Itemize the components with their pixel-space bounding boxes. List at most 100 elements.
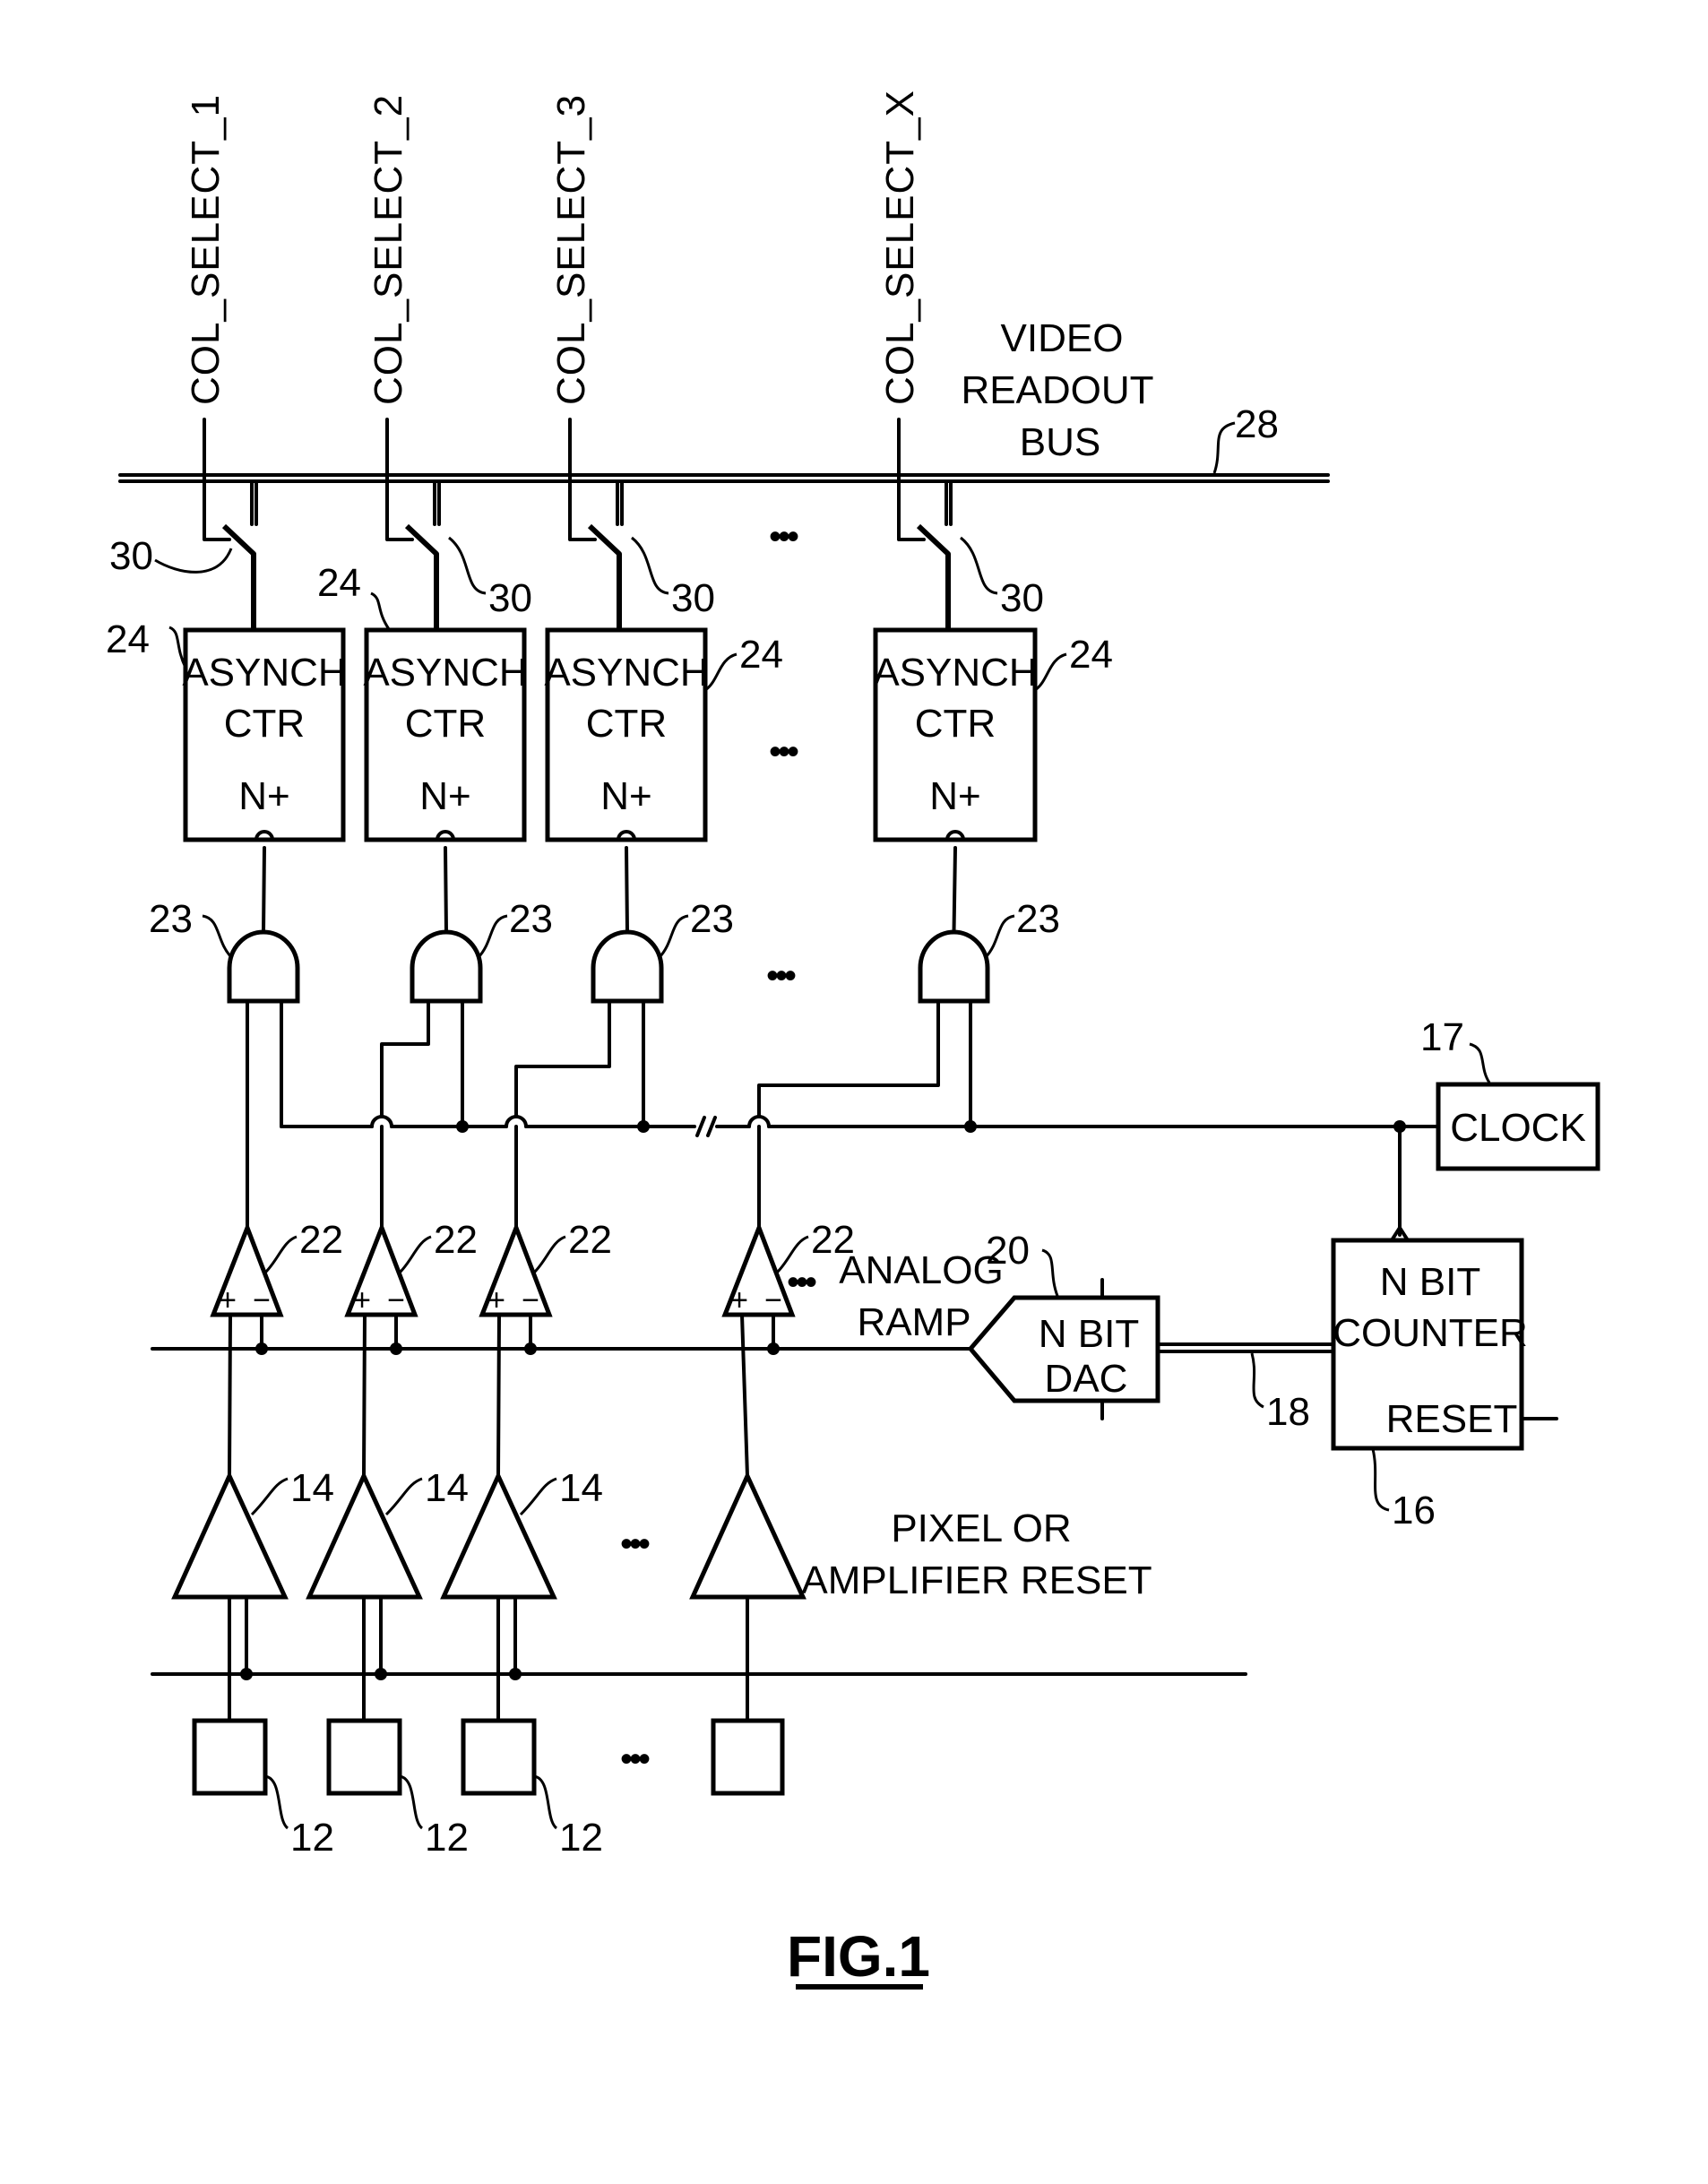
continuation-ellipsis: ••• [620, 1524, 650, 1564]
reset-label-line-1: PIXEL OR [891, 1506, 1071, 1550]
counter-reset-label: RESET [1386, 1397, 1518, 1441]
amplifier-ref-leader [250, 1477, 289, 1516]
counter-label-line-3: N+ [419, 774, 470, 818]
dac-bus-ref: 18 [1266, 1390, 1310, 1434]
and-gate [918, 929, 990, 1004]
comparator-ref-leader [398, 1235, 432, 1274]
column-switch [916, 523, 951, 630]
switch-ref-leader [960, 536, 998, 595]
clock-junction-dot [1393, 1120, 1406, 1133]
counter-label-line-2: COUNTER [1333, 1311, 1528, 1355]
bus-contact-stub [250, 479, 258, 526]
bus-ref-leader [1212, 421, 1236, 474]
column-switch [404, 523, 439, 630]
patent-figure-canvas: VIDEO READOUT BUS 28 COL_SELECT_1 30 ASYNC… [0, 0, 1708, 2184]
dac-label-line-1: N BIT [1039, 1312, 1139, 1356]
n-bit-counter-block: N BIT COUNTER RESET 16 [1331, 1238, 1558, 1532]
column-select-label: COL_SELECT_2 [367, 94, 410, 405]
counter-ref-leader [1034, 652, 1067, 692]
comparator-minus-sign: − [253, 1283, 271, 1317]
gate-ref-leader [477, 914, 508, 959]
and-gate [591, 929, 664, 1004]
and-gate [410, 929, 483, 1004]
column-select-label: COL_SELECT_3 [549, 94, 593, 405]
ramp-label-line-2: RAMP [857, 1300, 970, 1344]
ramp-label-line-1: ANALOG [839, 1248, 1003, 1292]
clock-block: CLOCK 17 [1420, 1015, 1600, 1171]
counter-label-line-2: CTR [586, 702, 667, 746]
bus-ref: 28 [1235, 402, 1279, 446]
counter-label-line-2: CTR [224, 702, 305, 746]
and-gate [227, 929, 300, 1004]
column-select-label: COL_SELECT_1 [184, 94, 228, 405]
clock-ref: 17 [1420, 1015, 1464, 1059]
pixel [192, 1718, 268, 1796]
switch-ref: 30 [1000, 576, 1044, 620]
counter-label-line-1: ASYNCH [182, 651, 346, 695]
pixel-ref-leader [399, 1774, 424, 1830]
pixel-ref: 12 [425, 1816, 469, 1860]
pixel-ref-leader [264, 1774, 289, 1830]
video-readout-bus [118, 473, 1330, 483]
counter-ref: 16 [1392, 1489, 1436, 1532]
gate-ref: 23 [1016, 897, 1060, 941]
comparator-minus-sign: − [522, 1283, 539, 1317]
counter-ref: 24 [317, 561, 361, 605]
counter-ref-leader [704, 652, 738, 692]
column-select-label: COL_SELECT_X [878, 90, 922, 405]
circuit-diagram: VIDEO READOUT BUS 28 COL_SELECT_1 30 ASYNC… [106, 90, 1600, 1990]
bus-label-line-3: BUS [1020, 420, 1100, 464]
pixel-ref-leader [533, 1774, 558, 1830]
counter-label-line-2: CTR [405, 702, 486, 746]
continuation-ellipsis: ••• [769, 732, 798, 772]
dac-ref-leader [1041, 1248, 1059, 1297]
switch-ref-leader [154, 548, 233, 574]
comparator-output-wire [380, 999, 430, 1118]
counter-label-line-1: ASYNCH [544, 651, 708, 695]
gate-output-wire [444, 846, 448, 934]
column-switch [221, 523, 256, 630]
clock-line [280, 1116, 1440, 1137]
comparator-output-wire [757, 999, 940, 1118]
amplifier-ref: 14 [559, 1466, 603, 1510]
clock-label: CLOCK [1450, 1106, 1586, 1150]
gate-ref: 23 [690, 897, 734, 941]
counter-ref: 24 [106, 617, 150, 661]
clock-line-break-mark [695, 1116, 717, 1137]
switch-ref-leader [448, 536, 487, 595]
counter-ref: 24 [1069, 633, 1113, 677]
bus-contact-stub [616, 479, 624, 526]
switch-ref-leader [631, 536, 669, 595]
gate-ref-leader [984, 914, 1015, 959]
counter-label-line-1: ASYNCH [873, 651, 1037, 695]
amplifier-ref-leader [519, 1477, 557, 1516]
continuation-ellipsis: ••• [620, 1739, 650, 1779]
amplifier [689, 1470, 807, 1600]
comparator-output-wire [514, 999, 611, 1118]
counter-ref-leader [370, 591, 391, 630]
gate-ref-leader [202, 914, 233, 959]
continuation-ellipsis: ••• [769, 517, 798, 557]
comparator-minus-sign: − [387, 1283, 405, 1317]
column-switch [587, 523, 622, 630]
amplifier-to-comparator-wire [740, 1313, 749, 1478]
comparator-ref-leader [532, 1235, 566, 1274]
amplifier-ref: 14 [290, 1466, 334, 1510]
comparator-ref: 22 [434, 1218, 478, 1262]
continuation-ellipsis: ••• [787, 1263, 816, 1302]
counter-label-line-3: N+ [238, 774, 289, 818]
counter-ref: 24 [739, 633, 783, 677]
reset-label-line-2: AMPLIFIER RESET [801, 1558, 1152, 1602]
comparator-ref-leader [263, 1235, 298, 1274]
bus-label-line-2: READOUT [961, 368, 1153, 412]
amplifier-to-comparator-wire [496, 1313, 501, 1478]
pixel-ref: 12 [559, 1816, 603, 1860]
dac-label-line-2: DAC [1045, 1357, 1128, 1401]
continuation-ellipsis: ••• [766, 956, 796, 996]
gate-output-wire [625, 846, 629, 934]
switch-ref: 30 [488, 576, 532, 620]
comparator-plus-sign: + [487, 1283, 505, 1317]
pixel [326, 1718, 402, 1796]
comparator-plus-sign: + [730, 1283, 748, 1317]
amplifier-ref: 14 [425, 1466, 469, 1510]
